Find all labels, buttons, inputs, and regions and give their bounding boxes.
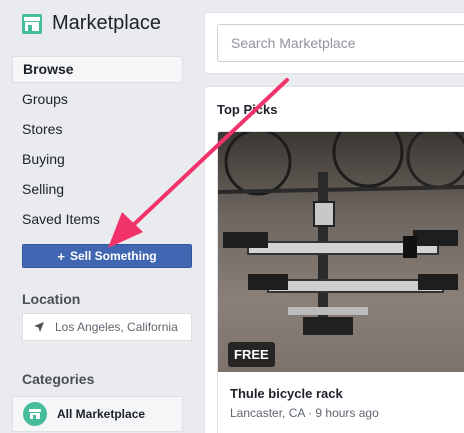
search-input[interactable]: Search Marketplace xyxy=(217,24,464,62)
listing-card[interactable]: FREE Thule bicycle rack Lancaster, CA · … xyxy=(217,131,464,433)
sidebar-item-selling[interactable]: Selling xyxy=(12,174,183,204)
listing-meta: Lancaster, CA · 9 hours ago xyxy=(230,406,379,420)
app-title: Marketplace xyxy=(52,12,161,34)
sell-something-button[interactable]: + Sell Something xyxy=(22,244,192,268)
sell-something-label: Sell Something xyxy=(69,249,157,263)
top-picks-section: Top Picks FREE Thule bicycle rack Lancas… xyxy=(204,86,464,433)
sidebar-item-groups[interactable]: Groups xyxy=(12,84,183,114)
sidebar-item-stores[interactable]: Stores xyxy=(12,114,183,144)
location-arrow-icon xyxy=(34,322,44,332)
listing-posted-time: 9 hours ago xyxy=(315,406,379,420)
sidebar-item-buying[interactable]: Buying xyxy=(12,144,183,174)
location-value: Los Angeles, California xyxy=(55,320,178,334)
categories-heading: Categories xyxy=(22,371,95,387)
marketplace-brand[interactable]: Marketplace xyxy=(21,12,161,35)
plus-icon: + xyxy=(57,248,65,264)
section-title: Top Picks xyxy=(217,102,278,117)
category-all-marketplace[interactable]: All Marketplace xyxy=(12,396,183,432)
location-heading: Location xyxy=(22,291,81,307)
listing-location: Lancaster, CA xyxy=(230,406,305,420)
marketplace-logo-icon xyxy=(22,13,42,34)
sidebar: Marketplace Browse Groups Stores Buying … xyxy=(0,0,196,433)
sidebar-item-browse[interactable]: Browse xyxy=(12,56,183,83)
category-label: All Marketplace xyxy=(57,407,146,421)
listing-title[interactable]: Thule bicycle rack xyxy=(230,386,343,401)
sidebar-item-saved-items[interactable]: Saved Items xyxy=(12,204,183,234)
location-field[interactable]: Los Angeles, California xyxy=(22,313,192,341)
storefront-icon xyxy=(23,402,47,426)
search-card: Search Marketplace xyxy=(204,12,464,74)
bicycle-rack-photo[interactable] xyxy=(218,132,464,372)
sidebar-nav: Browse Groups Stores Buying Selling Save… xyxy=(12,56,183,234)
price-badge: FREE xyxy=(228,342,275,367)
